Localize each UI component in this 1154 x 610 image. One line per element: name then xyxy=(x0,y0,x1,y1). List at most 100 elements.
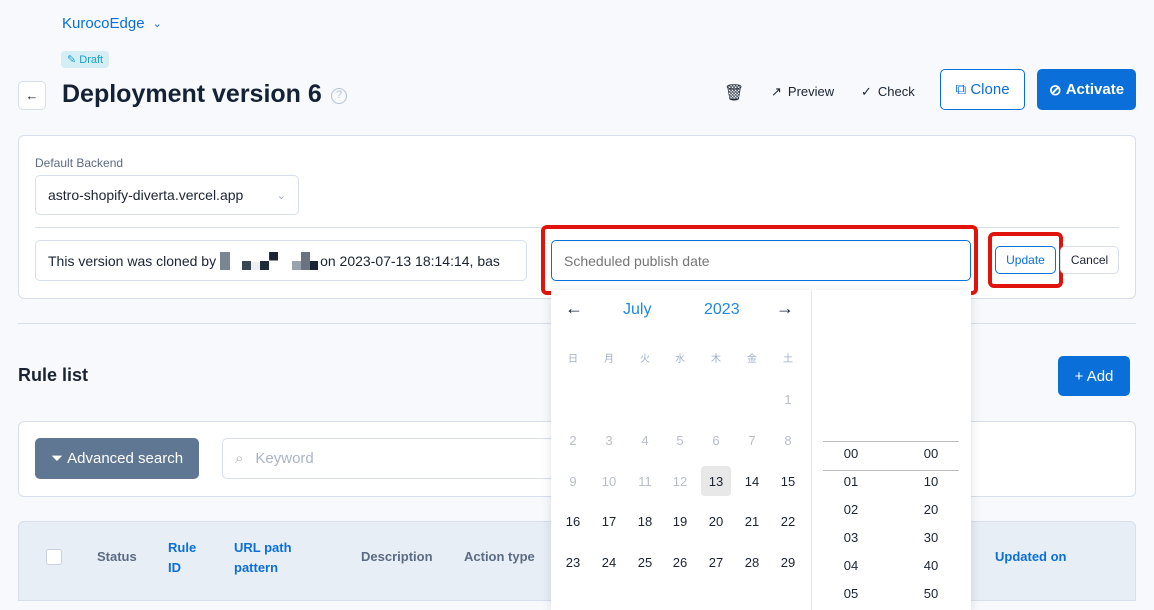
help-icon[interactable]: ? xyxy=(331,88,347,104)
calendar-day[interactable]: 20 xyxy=(701,506,731,536)
calendar-day: 4 xyxy=(641,432,649,448)
minute-option[interactable]: 20 xyxy=(911,502,951,517)
calendar-day: 1 xyxy=(784,391,792,407)
col-status[interactable]: Status xyxy=(97,547,137,567)
chevron-down-icon: ⌄ xyxy=(276,189,286,202)
weekday-label: 金 xyxy=(747,353,757,365)
calendar-day: 7 xyxy=(748,432,756,448)
calendar-day[interactable]: 18 xyxy=(630,506,660,536)
calendar-day: 2 xyxy=(569,432,577,448)
calendar-day: 8 xyxy=(784,432,792,448)
check-icon: ✓ xyxy=(861,84,872,99)
col-rule-id[interactable]: Rule ID xyxy=(168,538,202,578)
calendar-day[interactable]: 22 xyxy=(773,506,803,536)
calendar-day[interactable]: 26 xyxy=(665,547,695,577)
calendar-day[interactable]: 21 xyxy=(737,506,767,536)
rule-list-title: Rule list xyxy=(18,365,89,385)
calendar-day[interactable]: 24 xyxy=(594,547,624,577)
page-title: Deployment version 6 xyxy=(62,80,322,108)
backend-value: astro-shopify-diverta.vercel.app xyxy=(48,187,244,203)
calendar-day[interactable]: 13 xyxy=(701,466,731,496)
version-note: This version was cloned by on 2023-07-13… xyxy=(35,240,527,281)
scheduled-date-input[interactable] xyxy=(551,240,971,281)
trash-icon[interactable]: 🗑 xyxy=(724,83,744,103)
redacted-name xyxy=(220,251,319,270)
calendar-month[interactable]: July xyxy=(623,301,651,319)
clone-label: Clone xyxy=(970,81,1010,98)
col-updated-on[interactable]: Updated on xyxy=(995,547,1067,567)
minute-option[interactable]: 30 xyxy=(911,530,951,545)
minute-option[interactable]: 50 xyxy=(911,586,951,601)
project-switcher[interactable]: KurocoEdge ⌄ xyxy=(62,15,162,32)
status-badge: ✎ Draft xyxy=(61,51,110,68)
external-link-icon: ↗ xyxy=(771,84,782,99)
back-button[interactable]: ← xyxy=(18,81,46,110)
hour-option[interactable]: 01 xyxy=(831,474,871,489)
calendar-day[interactable]: 28 xyxy=(737,547,767,577)
filter-icon: ⏷ xyxy=(50,450,63,467)
weekday-label: 月 xyxy=(604,353,614,365)
minute-option[interactable]: 00 xyxy=(911,446,951,461)
calendar-day: 12 xyxy=(672,473,688,489)
calendar-day[interactable]: 19 xyxy=(665,506,695,536)
weekday-label: 木 xyxy=(711,353,721,365)
add-button[interactable]: + Add xyxy=(1058,356,1130,396)
hour-option[interactable]: 00 xyxy=(831,446,871,461)
minute-option[interactable]: 10 xyxy=(911,474,951,489)
weekday-label: 火 xyxy=(640,353,650,365)
project-name: KurocoEdge xyxy=(62,15,145,32)
search-icon: ⌕ xyxy=(235,450,244,467)
keyword-search[interactable]: ⌕ Keyword xyxy=(222,438,562,479)
preview-button[interactable]: ↗ Preview xyxy=(771,84,834,100)
col-url-path[interactable]: URL path pattern xyxy=(234,538,314,578)
status-text: Draft xyxy=(79,54,104,66)
select-all-checkbox[interactable] xyxy=(46,549,62,565)
col-action-type[interactable]: Action type xyxy=(464,547,535,567)
hour-option[interactable]: 04 xyxy=(831,558,871,573)
calendar-day[interactable]: 17 xyxy=(594,506,624,536)
minute-option[interactable]: 40 xyxy=(911,558,951,573)
clone-button[interactable]: ⧉ Clone xyxy=(940,69,1025,110)
prev-month-arrow[interactable]: ← xyxy=(565,298,583,319)
note-suffix: on 2023-07-13 18:14:14, bas xyxy=(320,252,500,269)
update-button[interactable]: Update xyxy=(995,246,1056,274)
backend-label: Default Backend xyxy=(35,156,124,170)
calendar-day: 10 xyxy=(601,473,617,489)
col-description[interactable]: Description xyxy=(361,547,433,567)
chevron-down-icon: ⌄ xyxy=(152,18,162,30)
pencil-icon: ✎ xyxy=(67,54,77,66)
time-selected-bottom xyxy=(823,470,959,471)
keyword-placeholder: Keyword xyxy=(255,450,314,467)
copy-icon: ⧉ xyxy=(955,81,967,98)
calendar-day: 9 xyxy=(569,473,577,489)
calendar-day[interactable]: 14 xyxy=(737,466,767,496)
calendar-day: 3 xyxy=(605,432,613,448)
check-circle-icon: ⊘ xyxy=(1048,81,1062,99)
calendar-day[interactable]: 23 xyxy=(558,547,588,577)
check-label: Check xyxy=(877,84,915,99)
check-button[interactable]: ✓ Check xyxy=(861,84,915,100)
calendar-day[interactable]: 29 xyxy=(773,547,803,577)
activate-button[interactable]: ⊘ Activate xyxy=(1037,69,1136,110)
hour-option[interactable]: 05 xyxy=(831,586,871,601)
calendar-day[interactable]: 27 xyxy=(701,547,731,577)
weekday-label: 土 xyxy=(783,353,793,365)
advanced-search-label: Advanced search xyxy=(67,450,184,467)
activate-label: Activate xyxy=(1065,81,1125,98)
calendar-day[interactable]: 25 xyxy=(630,547,660,577)
cancel-button[interactable]: Cancel xyxy=(1060,246,1119,274)
weekday-label: 水 xyxy=(675,353,685,365)
time-divider xyxy=(811,290,812,610)
next-month-arrow[interactable]: → xyxy=(776,298,794,319)
hour-option[interactable]: 03 xyxy=(831,530,871,545)
calendar-day[interactable]: 15 xyxy=(773,466,803,496)
backend-select[interactable]: astro-shopify-diverta.vercel.app ⌄ xyxy=(35,175,299,215)
advanced-search-button[interactable]: ⏷ Advanced search xyxy=(35,438,199,479)
preview-label: Preview xyxy=(787,84,835,99)
calendar-day: 5 xyxy=(676,432,684,448)
calendar-day[interactable]: 16 xyxy=(558,506,588,536)
hour-option[interactable]: 02 xyxy=(831,502,871,517)
calendar-year[interactable]: 2023 xyxy=(704,301,740,319)
note-text: This version was cloned by xyxy=(48,252,217,269)
calendar-day: 11 xyxy=(638,473,652,489)
